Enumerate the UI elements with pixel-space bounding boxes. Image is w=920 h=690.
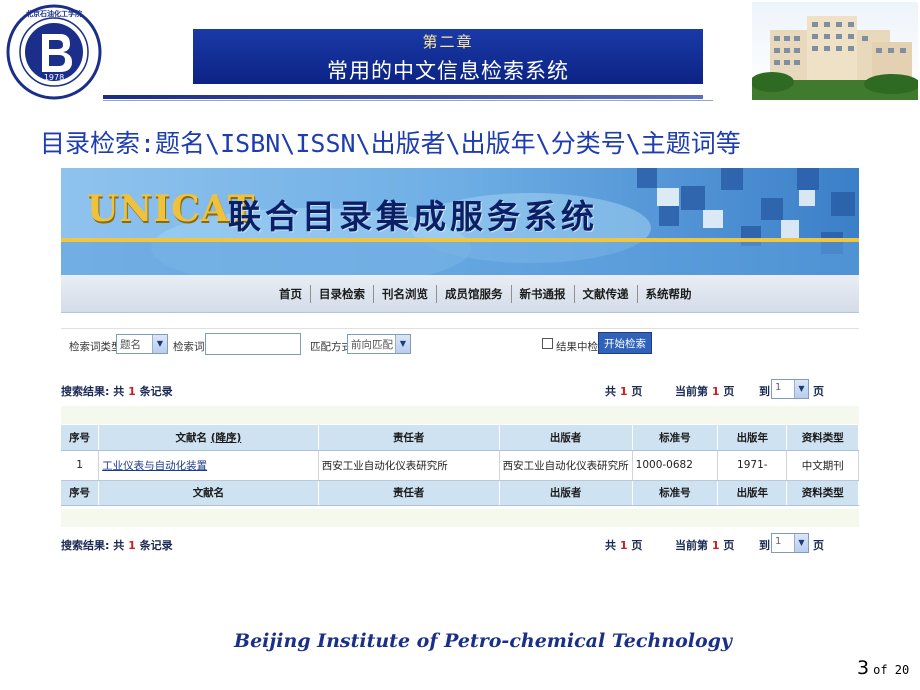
unicat-screenshot: UNICAT 联合目录集成服务系统 首页 目录检索 刊名浏览 成员馆服务 新书通… (61, 168, 859, 600)
slide-heading: 目录检索:题名\ISBN\ISSN\出版者\出版年\分类号\主题词等 (40, 129, 741, 158)
current-page: 1 (711, 385, 720, 398)
page-select[interactable]: 1 ▼ (771, 379, 809, 399)
total-pages: 1 (619, 539, 628, 552)
current-suffix: 页 (723, 539, 735, 552)
nav-member-services[interactable]: 成员馆服务 (437, 286, 511, 302)
keyword-label: 检索词: (173, 341, 209, 353)
goto-label: 到 (759, 385, 770, 398)
institute-logo: 1978 北京石油化工学院 (6, 4, 102, 100)
results-band (61, 406, 859, 424)
col-header-year[interactable]: 出版年 (717, 425, 788, 451)
table-row: 1 工业仪表与自动化装置 西安工业自动化仪表研究所 西安工业自动化仪表研究所 1… (61, 450, 859, 481)
match-mode-value: 前向匹配 (351, 339, 393, 351)
results-count: 1 (128, 539, 136, 552)
nav-catalog-search[interactable]: 目录检索 (311, 286, 373, 302)
nav-help[interactable]: 系统帮助 (638, 286, 700, 302)
col-header-publisher[interactable]: 出版者 (499, 425, 633, 451)
current-prefix: 当前第 (675, 539, 708, 552)
current-page: 1 (711, 539, 720, 552)
chevron-down-icon: ▼ (152, 335, 167, 353)
results-suffix: 条记录 (139, 539, 173, 552)
nav-journal-browse[interactable]: 刊名浏览 (374, 286, 436, 302)
row-author: 西安工业自动化仪表研究所 (318, 450, 500, 481)
sort-desc-link[interactable]: (降序) (211, 432, 242, 444)
results-table: 序号 文献名 (降序) 责任者 出版者 标准号 出版年 资料类型 1 工业仪表与… (61, 425, 859, 506)
current-prefix: 当前第 (675, 385, 708, 398)
institute-footer: Beijing Institute of Petro-chemical Tech… (234, 630, 732, 652)
start-search-button[interactable]: 开始检索 (598, 332, 652, 354)
row-publisher: 西安工业自动化仪表研究所 (499, 450, 633, 481)
current-suffix: 页 (723, 385, 735, 398)
match-mode-select[interactable]: 前向匹配 ▼ (347, 334, 411, 354)
chapter-label: 第二章 (422, 33, 474, 51)
campus-building-image (752, 2, 918, 100)
results-summary-bottom: 搜索结果: 共 1 条记录 共 1 页 当前第 1 页 到 1 ▼ 页 (61, 533, 859, 555)
header-rule-thin (103, 100, 713, 101)
results-suffix: 条记录 (139, 385, 173, 398)
nav-document-delivery[interactable]: 文献传递 (575, 286, 637, 302)
svg-text:北京石油化工学院: 北京石油化工学院 (26, 9, 82, 18)
chapter-title-bar: 第二章 常用的中文信息检索系统 (193, 29, 703, 84)
main-nav: 首页 目录检索 刊名浏览 成员馆服务 新书通报 文献传递 系统帮助 (61, 275, 859, 313)
unicat-banner: UNICAT 联合目录集成服务系统 (61, 168, 859, 275)
search-type-select[interactable]: 题名 ▼ (116, 334, 168, 354)
system-name: 联合目录集成服务系统 (228, 197, 598, 236)
header-rule (103, 95, 703, 99)
chevron-down-icon: ▼ (794, 534, 808, 552)
page-total: of 20 (873, 663, 910, 677)
col-header-author[interactable]: 责任者 (318, 425, 500, 451)
slide-title: 常用的中文信息检索系统 (327, 59, 569, 83)
results-prefix: 搜索结果: 共 (61, 385, 125, 398)
results-count: 1 (128, 385, 136, 398)
page-select-value: 1 (775, 536, 782, 547)
total-pages: 1 (619, 385, 628, 398)
results-prefix: 搜索结果: 共 (61, 539, 125, 552)
pages-prefix: 共 (605, 539, 616, 552)
results-band-bottom (61, 509, 859, 527)
foot-header-issn: 标准号 (632, 480, 719, 506)
search-form: 检索词类型: 题名 ▼ 检索词: 匹配方式: 前向匹配 ▼ 结果中检索 开始检索 (61, 328, 859, 358)
search-type-value: 题名 (120, 339, 141, 351)
table-footer-header-row: 序号 文献名 责任者 出版者 标准号 出版年 资料类型 (61, 480, 859, 506)
search-within-checkbox[interactable] (542, 338, 553, 349)
col-header-issn[interactable]: 标准号 (632, 425, 719, 451)
foot-header-type: 资料类型 (786, 480, 859, 506)
foot-header-publisher: 出版者 (499, 480, 633, 506)
pages-suffix: 页 (631, 539, 643, 552)
goto-suffix: 页 (813, 385, 824, 398)
foot-header-title: 文献名 (98, 480, 319, 506)
col-header-title-label: 文献名 (175, 431, 208, 444)
record-title-link[interactable]: 工业仪表与自动化装置 (102, 460, 207, 472)
svg-text:1978: 1978 (44, 73, 64, 82)
table-header-row: 序号 文献名 (降序) 责任者 出版者 标准号 出版年 资料类型 (61, 425, 859, 451)
nav-home[interactable]: 首页 (271, 286, 310, 302)
row-type: 中文期刊 (786, 450, 859, 481)
col-header-no: 序号 (61, 425, 100, 451)
row-no: 1 (61, 450, 100, 481)
goto-label: 到 (759, 539, 770, 552)
keyword-input[interactable] (205, 333, 301, 355)
slide-page-number: 3 of 20 (857, 657, 909, 679)
foot-header-author: 责任者 (318, 480, 500, 506)
results-summary-top: 搜索结果: 共 1 条记录 共 1 页 当前第 1 页 到 1 ▼ 页 (61, 379, 859, 401)
chevron-down-icon: ▼ (395, 335, 410, 353)
pages-suffix: 页 (631, 385, 643, 398)
row-year: 1971- (717, 450, 788, 481)
nav-new-books[interactable]: 新书通报 (512, 286, 574, 302)
page-select[interactable]: 1 ▼ (771, 533, 809, 553)
row-issn: 1000-0682 (632, 450, 719, 481)
pages-prefix: 共 (605, 385, 616, 398)
foot-header-no: 序号 (61, 480, 100, 506)
col-header-title[interactable]: 文献名 (降序) (98, 425, 319, 451)
page-current: 3 (857, 657, 870, 679)
col-header-type[interactable]: 资料类型 (786, 425, 859, 451)
foot-header-year: 出版年 (717, 480, 788, 506)
goto-suffix: 页 (813, 539, 824, 552)
chevron-down-icon: ▼ (794, 380, 808, 398)
page-select-value: 1 (775, 382, 782, 393)
